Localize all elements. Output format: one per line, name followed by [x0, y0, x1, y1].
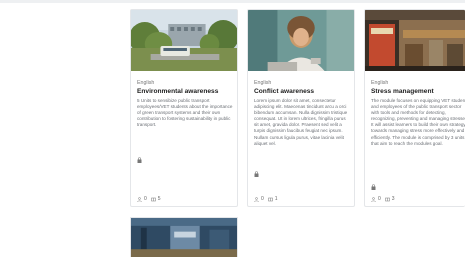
course-thumbnail — [248, 10, 354, 71]
modules-count: 1 — [274, 196, 278, 202]
course-thumbnail — [131, 218, 237, 257]
lock-icon — [137, 157, 142, 163]
lock-icon — [371, 184, 376, 190]
modules-icon — [385, 197, 390, 201]
course-card-conflict-awareness[interactable]: English Conflict awareness Lorem ipsum d… — [247, 9, 355, 207]
modules-count: 5 — [157, 196, 161, 202]
course-description: 5 Units to sensibize public transport em… — [137, 98, 233, 128]
students-icon — [137, 196, 142, 202]
students-count: 0 — [261, 196, 264, 202]
top-bar — [0, 0, 465, 3]
course-language: English — [254, 80, 272, 86]
modules-count: 3 — [391, 196, 395, 202]
course-stats: 0 3 — [371, 196, 395, 202]
course-card-environmental-awareness[interactable]: English Environmental awareness 5 Units … — [130, 9, 238, 207]
course-stats: 0 1 — [254, 196, 278, 202]
students-icon — [371, 196, 376, 202]
course-title[interactable]: Conflict awareness — [254, 88, 314, 95]
course-language: English — [137, 80, 155, 86]
course-card-next-row[interactable] — [130, 217, 238, 257]
modules-icon — [151, 197, 156, 201]
course-thumbnail — [365, 10, 465, 71]
course-description: Lorem ipsum dolor sit amet, consectetur … — [254, 98, 348, 146]
students-icon — [254, 196, 259, 202]
course-card-stress-management[interactable]: English Stress management The module foc… — [364, 9, 465, 207]
modules-icon — [268, 197, 273, 201]
lock-icon — [254, 171, 259, 177]
course-title[interactable]: Stress management — [371, 88, 434, 95]
course-description: The module focuses on equipping VET stud… — [371, 98, 465, 146]
students-count: 0 — [378, 196, 381, 202]
course-stats: 0 5 — [137, 196, 161, 202]
students-count: 0 — [144, 196, 147, 202]
course-title[interactable]: Environmental awareness — [137, 88, 218, 95]
course-thumbnail — [131, 10, 237, 71]
course-language: English — [371, 80, 389, 86]
